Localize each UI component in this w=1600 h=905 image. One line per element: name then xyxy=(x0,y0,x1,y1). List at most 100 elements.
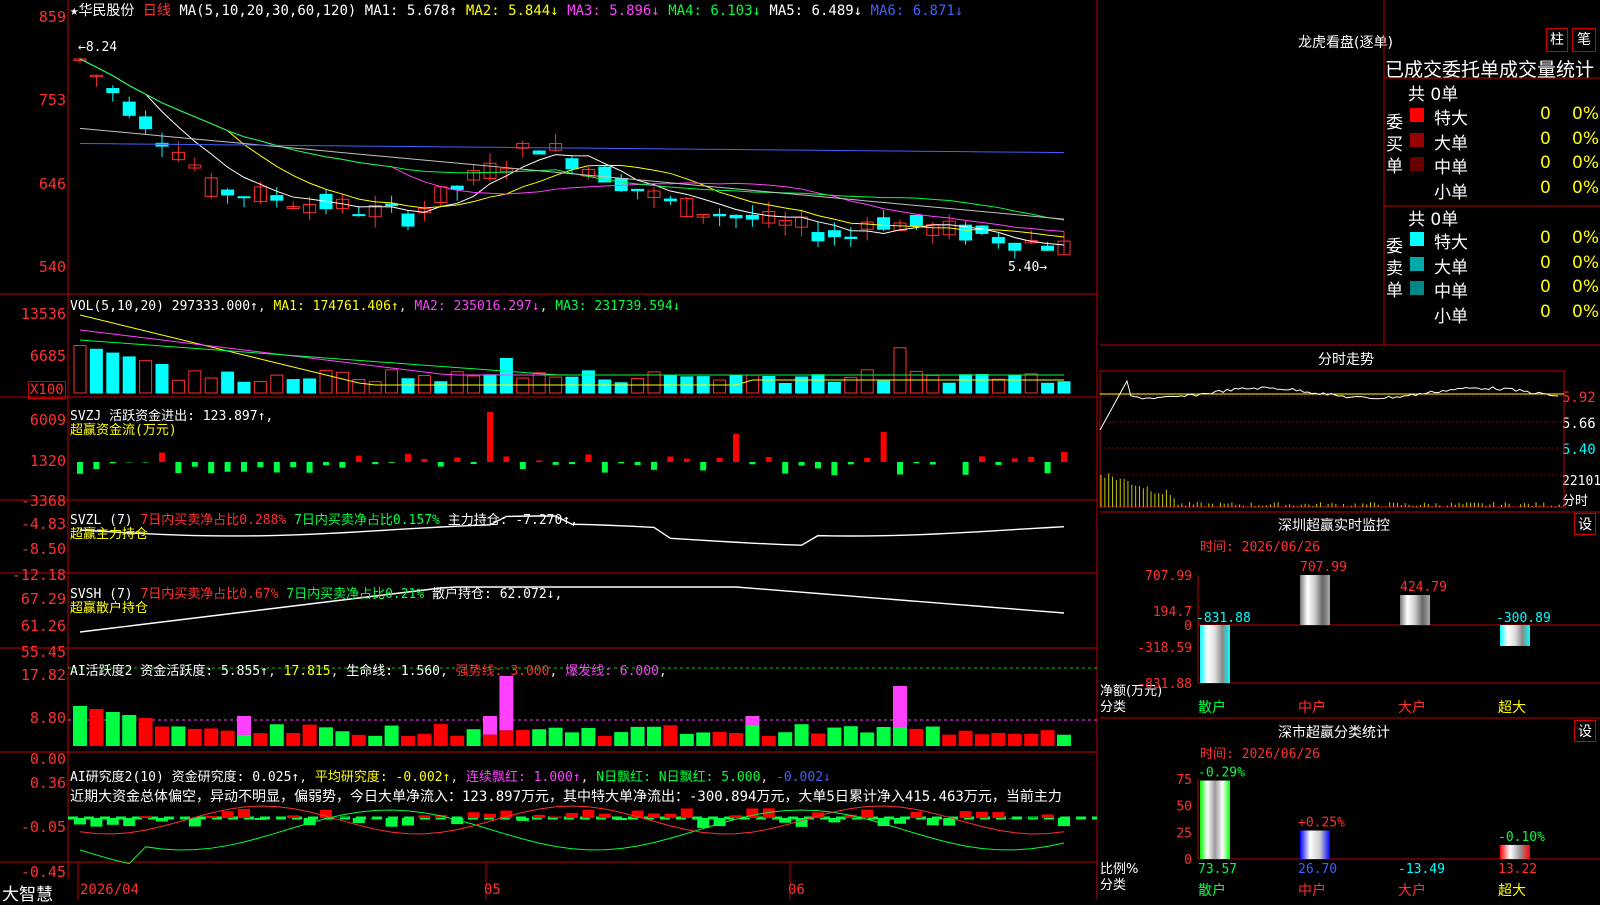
volume-bar xyxy=(664,376,676,393)
order-row: 中单00% xyxy=(1408,153,1600,175)
research-line xyxy=(80,806,1064,834)
activity-bar xyxy=(171,726,185,746)
fund-flow-bar xyxy=(684,459,690,462)
research-bar xyxy=(140,816,152,818)
sz-class-bar xyxy=(1500,845,1530,859)
activity-bar xyxy=(270,724,284,746)
order-percent: 0% xyxy=(1572,129,1599,149)
research-bar xyxy=(484,814,496,818)
activity-bar xyxy=(959,731,973,746)
activity-bar xyxy=(926,727,940,746)
order-type-label: 小单 xyxy=(1434,302,1468,327)
research-bar xyxy=(976,812,988,818)
fund-flow-bar xyxy=(323,462,329,465)
activity-bar xyxy=(745,725,759,746)
fund-flow-bar xyxy=(585,454,591,462)
research-bar xyxy=(1058,818,1070,826)
ma-header: MA(5,10,20,30,60,120) xyxy=(179,3,356,19)
activity-bar xyxy=(483,735,497,746)
activity-bar xyxy=(532,729,546,746)
sz-monitor-ytick: 0 xyxy=(1184,619,1192,634)
volume-bar xyxy=(828,382,840,393)
sz-monitor-value: -300.89 xyxy=(1496,611,1551,626)
order-row: 中单00% xyxy=(1408,277,1600,299)
fund-flow-bar xyxy=(372,462,378,464)
fund-flow-bar xyxy=(208,462,214,473)
sz-monitor-category: 散户 xyxy=(1198,699,1226,716)
activity-bar xyxy=(1057,735,1071,746)
order-type-label: 特大 xyxy=(1434,228,1468,253)
research-bar xyxy=(468,812,480,818)
fund-flow-bar xyxy=(749,462,755,464)
vol-ytick-1: 6685 xyxy=(0,347,66,365)
fund-flow-bar xyxy=(848,462,854,464)
fund-flow-bar xyxy=(700,462,706,470)
research-bar xyxy=(74,818,86,824)
ma5-value: MA5: 6.489↓ xyxy=(769,3,862,19)
sz-class-category: 散户 xyxy=(1198,882,1226,899)
fund-flow-bar xyxy=(897,462,903,475)
volume-bar xyxy=(878,381,890,393)
color-swatch xyxy=(1410,257,1424,271)
research-bar xyxy=(681,808,693,818)
period-label[interactable]: 日线 xyxy=(143,3,171,19)
order-percent: 0% xyxy=(1572,277,1599,297)
svzl-ytick-0: -4.83 xyxy=(0,515,66,533)
brand-logo[interactable]: 大智慧 xyxy=(2,880,53,905)
stock-name[interactable]: 华民股份 xyxy=(78,3,134,19)
volume-bar xyxy=(336,372,348,393)
sz-monitor-bar xyxy=(1200,625,1230,683)
candle-body xyxy=(812,233,824,241)
activity-bar xyxy=(106,712,120,746)
research-bar xyxy=(238,809,250,818)
research-bar xyxy=(566,813,578,818)
candle-body xyxy=(566,159,578,169)
axis-date-1: 2026/04 xyxy=(80,882,139,898)
volume-bar xyxy=(714,380,726,393)
lhb-bar-button[interactable]: 柱 xyxy=(1546,28,1568,52)
intraday-price-3: 5.40 xyxy=(1562,442,1596,458)
color-swatch xyxy=(1410,232,1424,246)
activity-bar xyxy=(565,732,579,746)
order-count: 0 xyxy=(1540,302,1551,322)
volume-bar xyxy=(205,378,217,393)
main-chart[interactable] xyxy=(0,0,1100,900)
ai2-text: 近期大资金总体偏空，异动不明显，偏弱势，今日大单净流入：123.897万元，其中… xyxy=(70,786,1100,806)
sz-monitor-bar xyxy=(1300,575,1330,625)
sz-monitor-title: 深圳超赢实时监控 xyxy=(1278,515,1390,535)
lhb-tick-button[interactable]: 笔 xyxy=(1572,28,1596,52)
volume-bar xyxy=(943,383,955,393)
fund-flow-bar xyxy=(454,457,460,462)
sz-monitor-bar xyxy=(1500,625,1530,646)
candle-body xyxy=(107,89,119,93)
activity-bar xyxy=(253,733,267,746)
axis-date-3: 06 xyxy=(788,882,805,898)
fund-flow-bar xyxy=(1012,458,1018,462)
sz-class-settings-button[interactable]: 设 xyxy=(1574,720,1596,742)
activity-bar xyxy=(647,727,661,746)
sz-monitor-settings-button[interactable]: 设 xyxy=(1574,513,1596,535)
activity-bar xyxy=(368,736,382,746)
activity-bar xyxy=(975,734,989,746)
research-bar xyxy=(927,818,939,825)
sz-class-value: -13.49 xyxy=(1398,862,1445,877)
buy-label: 委买单 xyxy=(1386,112,1404,178)
fund-flow-bar xyxy=(569,462,575,464)
lhb-subtitle: 已成交委托单成交量统计 xyxy=(1385,55,1594,82)
fund-flow-bar xyxy=(913,462,919,463)
low-mark: 5.40→ xyxy=(1008,260,1047,275)
research-bar xyxy=(894,818,906,824)
vol-ytick-0: 13536 xyxy=(0,305,66,323)
vol-ma2-line xyxy=(80,330,1064,375)
research-bar xyxy=(730,815,742,818)
activity-bar xyxy=(499,730,513,746)
sz-monitor-category: 超大 xyxy=(1498,700,1526,716)
research-bar xyxy=(861,810,873,818)
volume-bar xyxy=(582,371,594,393)
order-type-label: 中单 xyxy=(1434,277,1468,302)
fund-flow-bar xyxy=(159,453,165,462)
volume-bar xyxy=(1058,382,1070,393)
order-type-label: 大单 xyxy=(1434,129,1468,154)
ai1-ytick-1: 8.80 xyxy=(0,709,66,727)
volume-bar xyxy=(418,376,430,393)
